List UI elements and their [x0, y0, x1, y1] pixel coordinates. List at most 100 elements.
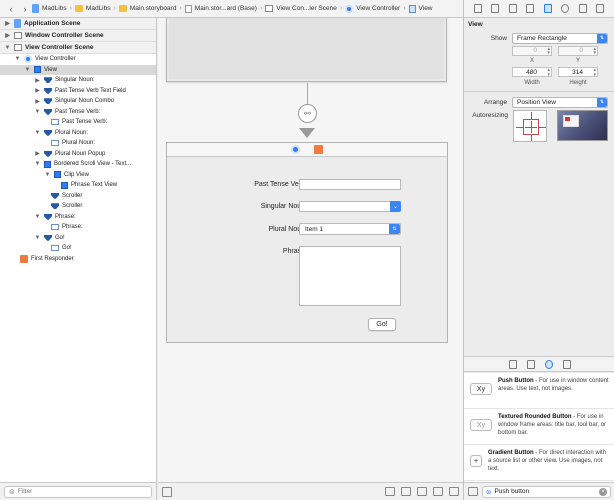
scene-row-view-controller[interactable]: ▼ View Controller Scene	[0, 42, 156, 54]
stepper-icon[interactable]: ▴ ▾	[547, 46, 550, 56]
left-strut[interactable]	[516, 127, 523, 128]
outline-item-past-tense-label[interactable]: ▼ Past Tense Verb:	[0, 107, 156, 118]
back-button[interactable]: ‹	[4, 2, 18, 16]
right-strut[interactable]	[539, 127, 546, 128]
disclosure-triangle-icon[interactable]: ▼	[34, 235, 41, 241]
disclosure-triangle-icon[interactable]: ▶	[34, 98, 41, 105]
jumpbar-item-controller[interactable]: View Controller	[345, 4, 400, 13]
size-inspector-icon[interactable]	[543, 4, 552, 13]
stepper-icon[interactable]: ▴ ▾	[593, 68, 596, 78]
outline-toggle-icon[interactable]	[162, 486, 172, 497]
bindings-inspector-icon[interactable]	[578, 4, 587, 13]
phrase-text-view[interactable]	[299, 246, 401, 306]
scene-row-application[interactable]: ▶ Application Scene	[0, 18, 156, 30]
file-inspector-icon[interactable]	[473, 4, 482, 13]
width-field[interactable]: 480 ▴ ▾	[512, 67, 552, 77]
effects-inspector-icon[interactable]	[596, 4, 605, 13]
stepper-icon[interactable]: ▴ ▾	[593, 46, 596, 56]
disclosure-triangle-icon[interactable]: ▶	[34, 150, 41, 157]
list-item[interactable]: Xy Push Button - For use in window conte…	[464, 373, 614, 409]
combo-field[interactable]	[299, 201, 390, 212]
outline-item-plural-noun-popup[interactable]: ▶ Plural Noun Popup	[0, 149, 156, 160]
outline-item-singular-noun-label[interactable]: ▶ Singular Noun:	[0, 75, 156, 86]
outline-item-phrase-label[interactable]: ▼ Phrase:	[0, 212, 156, 223]
outline-item-plural-noun-cell[interactable]: Plural Noun:	[0, 138, 156, 149]
disclosure-triangle-icon[interactable]: ▼	[44, 172, 51, 178]
past-tense-verb-field[interactable]	[299, 179, 401, 190]
outline-item-past-tense-field[interactable]: ▶ Past Tense Verb Text Field	[0, 86, 156, 97]
disclosure-triangle-icon[interactable]: ▼	[34, 161, 41, 167]
window-controller-frame[interactable]	[166, 18, 447, 82]
outline-item-singular-noun-combo[interactable]: ▶ Singular Noun Combo	[0, 96, 156, 107]
outline-item-first-responder[interactable]: First Responder	[0, 254, 156, 265]
align-icon[interactable]	[417, 487, 427, 496]
file-template-icon[interactable]	[508, 359, 517, 369]
disclosure-triangle-icon[interactable]: ▼	[34, 109, 41, 115]
jumpbar-item-storyboard[interactable]: Main.storyboard	[118, 5, 176, 12]
jumpbar-item-group[interactable]: MadLibs	[74, 5, 111, 12]
list-item[interactable]: + Gradient Button - For direct interacti…	[464, 445, 614, 481]
filter-input[interactable]	[17, 488, 138, 495]
outline-item-scroller[interactable]: Scroller	[0, 201, 156, 212]
outline-item-plural-noun-label[interactable]: ▼ Plural Noun:	[0, 128, 156, 139]
disclosure-triangle-icon[interactable]: ▼	[4, 45, 11, 51]
top-strut[interactable]	[531, 112, 532, 119]
forward-button[interactable]: ›	[18, 2, 32, 16]
chevron-down-icon[interactable]: ⌄	[390, 201, 401, 212]
bottom-strut[interactable]	[531, 135, 532, 141]
outline-item-go-cell[interactable]: Go!	[0, 243, 156, 254]
outline-item-phrase-text-view[interactable]: Phrase Text View	[0, 180, 156, 191]
update-frames-icon[interactable]	[385, 487, 395, 496]
outline-item-go-button[interactable]: ▼ Go!	[0, 233, 156, 244]
media-library-icon[interactable]	[562, 359, 571, 369]
disclosure-triangle-icon[interactable]: ▼	[14, 56, 21, 62]
plural-noun-popup[interactable]: Item 1 ⇅	[299, 223, 401, 235]
pin-icon[interactable]	[433, 487, 443, 496]
object-library-icon[interactable]	[544, 359, 553, 369]
singular-noun-combo[interactable]: ⌄	[299, 201, 401, 212]
disclosure-triangle-icon[interactable]: ▼	[24, 67, 31, 73]
disclosure-triangle-icon[interactable]: ▶	[34, 87, 41, 94]
outline-item-view[interactable]: ▼ View	[0, 64, 156, 75]
arrange-select[interactable]: Position View ⇅	[512, 96, 608, 108]
grid-view-icon[interactable]	[468, 487, 478, 496]
x-field[interactable]: 0 ▴ ▾	[512, 45, 552, 56]
segue-icon[interactable]: ⚯	[298, 104, 317, 123]
quick-help-icon[interactable]	[491, 4, 500, 13]
resolve-issues-icon[interactable]	[449, 487, 459, 496]
connections-inspector-icon[interactable]	[561, 4, 570, 13]
jumpbar-item-scene[interactable]: View Con...ler Scene	[265, 5, 337, 12]
list-item[interactable]: Xy Textured Rounded Button - For use in …	[464, 409, 614, 445]
outline-item-scroll-view[interactable]: ▼ Bordered Scroll View - Text...	[0, 159, 156, 170]
disclosure-triangle-icon[interactable]: ▼	[34, 214, 41, 220]
scene-row-window-controller[interactable]: ▶ Window Controller Scene	[0, 30, 156, 42]
disclosure-triangle-icon[interactable]: ▼	[34, 130, 41, 136]
autoresizing-control[interactable]	[513, 110, 547, 142]
view-controller-icon[interactable]	[291, 145, 300, 154]
identity-inspector-icon[interactable]	[508, 4, 517, 13]
y-field[interactable]: 0 ▴ ▾	[558, 45, 598, 56]
outline-item-clip-view[interactable]: ▼ Clip View	[0, 170, 156, 181]
stack-icon[interactable]	[401, 487, 411, 496]
jumpbar-item-base[interactable]: Main.stor...ard (Base)	[184, 4, 257, 13]
jumpbar-item-project[interactable]: MadLibs	[32, 4, 67, 13]
library-search-field[interactable]: ⊜ Push button ×	[482, 485, 611, 498]
attributes-inspector-icon[interactable]	[526, 4, 535, 13]
stepper-icon[interactable]: ▴ ▾	[547, 68, 550, 78]
outline-item-past-tense-cell[interactable]: Past Tense Verb:	[0, 117, 156, 128]
code-snippet-icon[interactable]	[526, 359, 535, 369]
disclosure-triangle-icon[interactable]: ▶	[4, 32, 11, 39]
height-spring[interactable]	[531, 121, 532, 133]
clear-icon[interactable]: ×	[599, 487, 607, 496]
filter-field[interactable]: ⊜	[4, 485, 152, 498]
disclosure-triangle-icon[interactable]: ▶	[34, 77, 41, 84]
first-responder-icon[interactable]	[314, 145, 323, 154]
show-select[interactable]: Frame Rectangle ⇅	[512, 32, 608, 44]
jumpbar-item-view[interactable]: View	[408, 4, 433, 13]
go-button[interactable]: Go!	[368, 318, 396, 331]
outline-item-phrase-cell[interactable]: Phrase:	[0, 222, 156, 233]
height-field[interactable]: 314 ▴ ▾	[558, 67, 598, 77]
view-controller-scene[interactable]: Past Tense Verb: Singular Noun: ⌄ Plural…	[166, 142, 448, 343]
storyboard-canvas[interactable]: ⚯ Past Tense Verb: Singular Noun: ⌄ Plur…	[158, 18, 463, 482]
disclosure-triangle-icon[interactable]: ▶	[4, 20, 11, 27]
